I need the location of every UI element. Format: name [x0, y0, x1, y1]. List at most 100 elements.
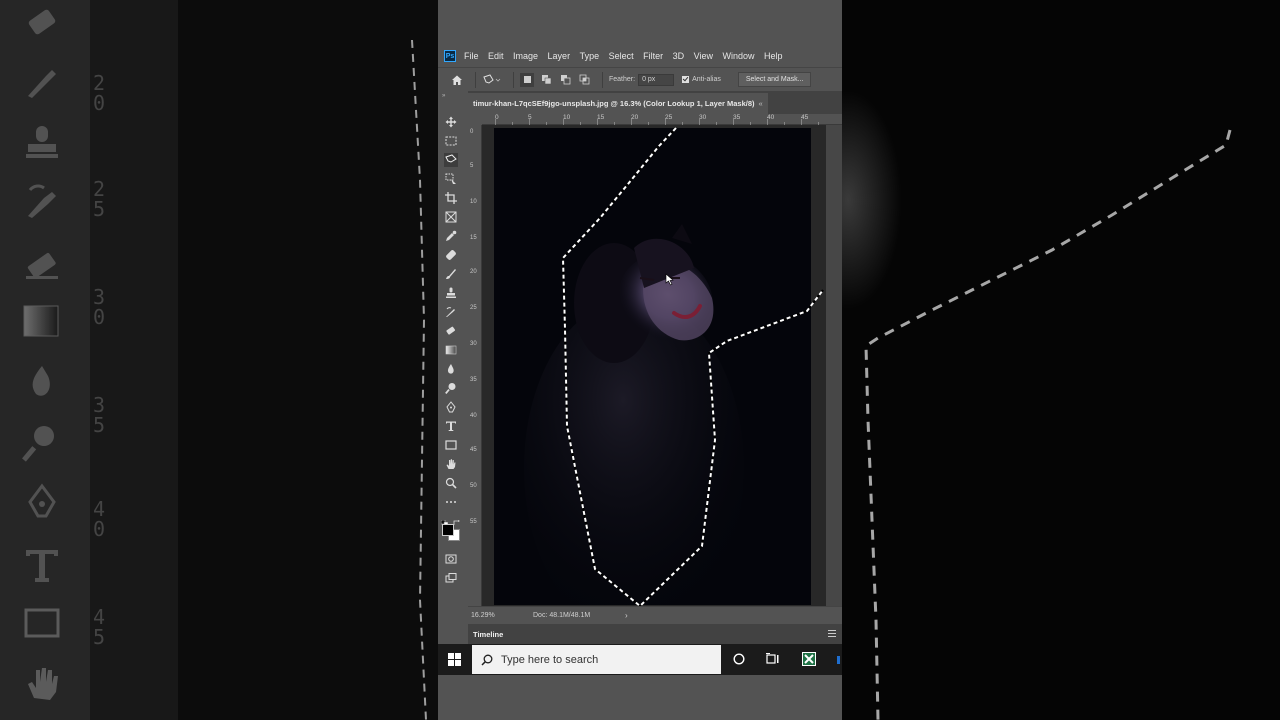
menu-view[interactable]: View [694, 51, 713, 61]
options-bar: Feather: 0 px Anti-alias Select and Mask… [438, 67, 842, 91]
ruler-label: 25 [470, 305, 477, 311]
anti-alias-checkbox[interactable] [682, 76, 690, 83]
polygonal-lasso-tool-icon[interactable] [444, 153, 458, 167]
menu-help[interactable]: Help [764, 51, 783, 61]
top-margin [438, 0, 842, 45]
more-tools-icon[interactable] [444, 495, 458, 509]
new-selection-icon[interactable] [520, 72, 534, 87]
brush-tool-icon[interactable] [444, 267, 458, 281]
home-icon[interactable] [450, 73, 464, 87]
ruler-label: 25 [665, 114, 673, 121]
windows-start-icon[interactable] [448, 653, 461, 666]
menu-window[interactable]: Window [722, 51, 754, 61]
pen-tool-icon[interactable] [444, 400, 458, 414]
clone-stamp-tool-icon[interactable] [444, 286, 458, 300]
dodge-tool-icon[interactable] [444, 381, 458, 395]
horizontal-ruler: 0 5 10 15 20 25 30 35 40 45 [482, 114, 842, 125]
status-menu-arrow-icon[interactable]: › [625, 611, 628, 620]
menu-image[interactable]: Image [513, 51, 538, 61]
zoom-percentage[interactable]: 16.29% [471, 612, 511, 619]
ruler-label: 35 [733, 114, 741, 121]
ruler-label: 40 [767, 114, 775, 121]
ruler-label: 15 [597, 114, 605, 121]
ruler-label: 0 [470, 129, 474, 135]
crop-tool-icon[interactable] [444, 191, 458, 205]
feather-label: Feather: [609, 76, 636, 83]
ruler-label: 20 [470, 269, 477, 275]
object-selection-tool-icon[interactable] [444, 172, 458, 186]
ruler-label: 45 [801, 114, 809, 121]
canvas-area[interactable] [482, 125, 826, 606]
document-tab-close-icon[interactable]: « [759, 99, 763, 108]
options-separator [475, 71, 476, 88]
eyedropper-tool-icon[interactable] [444, 229, 458, 243]
timeline-panel-header: Timeline [468, 624, 842, 644]
subtract-from-selection-icon[interactable] [558, 73, 572, 87]
document-size: Doc: 48.1M/48.1M [533, 612, 591, 619]
windows-taskbar: Type here to search [438, 644, 842, 675]
gradient-tool-icon[interactable] [444, 343, 458, 357]
ruler-label: 5 [470, 163, 474, 169]
move-tool-icon[interactable] [444, 115, 458, 129]
add-to-selection-icon[interactable] [539, 73, 553, 87]
timeline-menu-icon[interactable] [828, 630, 836, 637]
bottom-margin [438, 675, 842, 720]
hand-tool-icon[interactable] [444, 457, 458, 471]
swap-colors-icon[interactable] [453, 513, 461, 525]
eraser-tool-icon[interactable] [444, 324, 458, 338]
menu-file[interactable]: File [464, 51, 479, 61]
menu-filter[interactable]: Filter [643, 51, 663, 61]
timeline-title[interactable]: Timeline [473, 630, 503, 639]
options-separator [602, 71, 603, 88]
ruler-label: 35 [470, 377, 477, 383]
task-view-icon[interactable] [766, 652, 780, 666]
status-bar: 16.29% Doc: 48.1M/48.1M › [468, 606, 842, 624]
select-and-mask-button[interactable]: Select and Mask... [737, 72, 812, 87]
foreground-color-swatch[interactable] [442, 524, 454, 536]
selection-marching-ants [561, 127, 824, 606]
document-tab-bar: timur-khan-L7qcSEf9jgo-unsplash.jpg @ 16… [468, 91, 842, 114]
vertical-ruler: 0 5 10 15 20 25 30 35 40 45 50 55 [468, 125, 482, 606]
ruler-label: 10 [563, 114, 571, 121]
panel-collapse-icon[interactable]: » [442, 93, 445, 99]
marquee-tool-icon[interactable] [444, 134, 458, 148]
menu-3d[interactable]: 3D [673, 51, 685, 61]
feather-input[interactable]: 0 px [638, 73, 675, 86]
screen-mode-icon[interactable] [444, 571, 458, 585]
taskbar-edge-icon [837, 656, 840, 664]
tools-panel: » [438, 91, 468, 621]
cortana-icon[interactable] [732, 652, 746, 666]
rectangle-tool-icon[interactable] [444, 438, 458, 452]
ruler-label: 30 [470, 341, 477, 347]
menu-select[interactable]: Select [609, 51, 634, 61]
ruler-label: 55 [470, 519, 477, 525]
photoshop-window: Ps File Edit Image Layer Type Select Fil… [438, 0, 842, 720]
taskbar-search-box[interactable]: Type here to search [472, 645, 721, 674]
excel-icon[interactable] [802, 652, 816, 666]
document-tab[interactable]: timur-khan-L7qcSEf9jgo-unsplash.jpg @ 16… [468, 93, 768, 114]
ruler-label: 0 [495, 114, 499, 121]
menu-type[interactable]: Type [580, 51, 600, 61]
history-brush-tool-icon[interactable] [444, 305, 458, 319]
type-tool-icon[interactable] [444, 419, 458, 433]
menu-bar: Ps File Edit Image Layer Type Select Fil… [438, 45, 842, 67]
photoshop-logo-icon: Ps [444, 50, 456, 62]
blurred-left-background: 2 0 2 5 3 0 3 5 4 0 4 5 [0, 0, 438, 720]
polygonal-lasso-preset-icon[interactable] [482, 73, 502, 87]
frame-tool-icon[interactable] [444, 210, 458, 224]
ruler-label: 50 [470, 483, 477, 489]
quick-mask-icon[interactable] [444, 552, 458, 566]
default-colors-icon[interactable] [440, 513, 449, 527]
menu-layer[interactable]: Layer [548, 51, 571, 61]
blur-tool-icon[interactable] [444, 362, 458, 376]
intersect-selection-icon[interactable] [577, 73, 591, 87]
options-separator [513, 71, 514, 88]
menu-edit[interactable]: Edit [488, 51, 504, 61]
healing-brush-tool-icon[interactable] [444, 248, 458, 262]
horizontal-ruler-ticks [495, 119, 819, 125]
blurred-selection-path-right [864, 129, 1232, 720]
zoom-tool-icon[interactable] [444, 476, 458, 490]
ruler-label: 45 [470, 447, 477, 453]
ruler-label: 15 [470, 235, 477, 241]
vertical-scrollbar[interactable] [826, 125, 842, 606]
